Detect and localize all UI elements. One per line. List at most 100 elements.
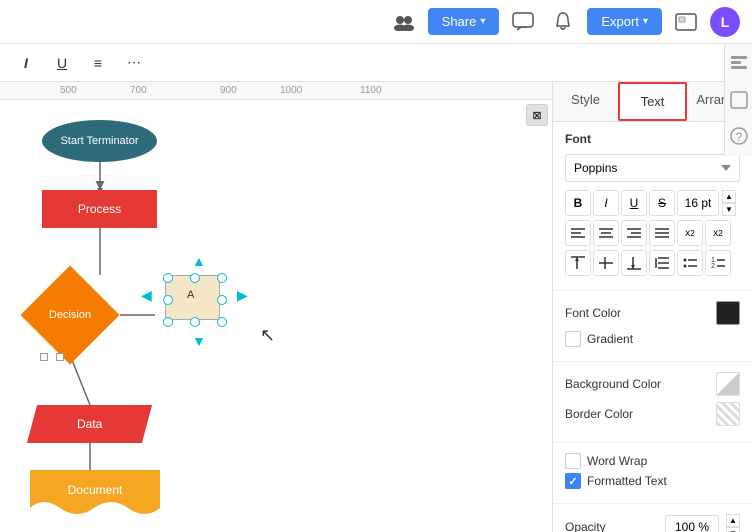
document-shape[interactable]: Document xyxy=(30,470,160,522)
share-label: Share xyxy=(442,14,477,29)
valign-bottom-button[interactable] xyxy=(621,250,647,276)
topbar: Share ▾ Export ▾ L xyxy=(0,0,752,44)
collapse-button[interactable]: ⊠ xyxy=(526,104,548,126)
data-shape[interactable]: Data xyxy=(27,405,152,443)
embed-icon[interactable] xyxy=(670,6,702,38)
arrow-left-handle[interactable]: ◀ xyxy=(141,287,152,304)
tab-text[interactable]: Text xyxy=(618,82,687,121)
underline-format-button[interactable]: U xyxy=(621,190,647,216)
start-terminator-shape[interactable]: Start Terminator xyxy=(42,120,157,162)
word-wrap-checkbox[interactable] xyxy=(565,453,581,469)
word-wrap-label: Word Wrap xyxy=(587,454,647,468)
handle-br[interactable] xyxy=(217,317,227,327)
edge-shape-icon[interactable] xyxy=(727,88,751,112)
panel-tabs: Style Text Arrange xyxy=(553,82,752,122)
process-label: Process xyxy=(78,202,121,216)
line-spacing-button[interactable] xyxy=(649,250,675,276)
chat-icon[interactable] xyxy=(507,6,539,38)
align-justify-button[interactable] xyxy=(649,220,675,246)
handle-bl[interactable] xyxy=(163,317,173,327)
valign-middle-button[interactable] xyxy=(593,250,619,276)
share-button[interactable]: Share ▾ xyxy=(428,8,500,35)
italic-format-label: I xyxy=(604,196,607,210)
export-label: Export xyxy=(601,14,639,29)
size-down-button[interactable]: ▼ xyxy=(722,203,736,216)
canvas-content[interactable]: Start Terminator Process Decision Data D xyxy=(0,100,552,532)
canvas-area[interactable]: 500 700 900 1000 1100 xyxy=(0,82,552,532)
align-right-button[interactable] xyxy=(621,220,647,246)
underline-format-label: U xyxy=(630,196,639,210)
cursor-icon: ↖ xyxy=(260,325,275,346)
opacity-down-button[interactable]: ▼ xyxy=(726,527,740,532)
font-color-swatch[interactable] xyxy=(716,301,740,325)
formatted-text-label: Formatted Text xyxy=(587,474,667,488)
italic-format-button[interactable]: I xyxy=(593,190,619,216)
svg-text:?: ? xyxy=(735,130,742,144)
gradient-label: Gradient xyxy=(587,332,633,346)
border-color-row: Border Color xyxy=(565,402,740,426)
align-center-button[interactable] xyxy=(593,220,619,246)
ruler-mark: 500 xyxy=(60,85,77,96)
edge-help-icon[interactable]: ? xyxy=(727,124,751,148)
align-left-button[interactable] xyxy=(565,220,591,246)
border-color-label: Border Color xyxy=(565,407,708,421)
opacity-row: Opacity ▲ ▼ xyxy=(565,514,740,532)
export-button[interactable]: Export ▾ xyxy=(587,8,662,35)
font-size-input[interactable] xyxy=(677,190,719,216)
italic-button[interactable]: I xyxy=(12,49,40,77)
more-button[interactable]: ⋯ xyxy=(120,49,148,77)
align-label: ≡ xyxy=(94,55,102,71)
font-select[interactable]: Poppins Arial Helvetica Times New Roman xyxy=(565,154,740,182)
handle-bc[interactable] xyxy=(190,317,200,327)
document-label: Document xyxy=(68,483,123,497)
opacity-input[interactable] xyxy=(665,515,719,532)
bold-button[interactable]: B xyxy=(565,190,591,216)
ruler-mark: 1000 xyxy=(280,85,302,96)
opacity-up-button[interactable]: ▲ xyxy=(726,514,740,527)
format-row-2: x2 x2 xyxy=(565,220,740,246)
arrow-down-handle[interactable]: ▼ xyxy=(192,333,206,349)
handle-mr[interactable] xyxy=(217,295,227,305)
connector-circle xyxy=(40,353,48,361)
process-shape[interactable]: Process xyxy=(42,190,157,228)
valign-top-button[interactable] xyxy=(565,250,591,276)
handle-tl[interactable] xyxy=(163,273,173,283)
list-ordered-button[interactable]: 1.2. xyxy=(705,250,731,276)
edge-format-icon[interactable] xyxy=(727,52,751,76)
bold-label: B xyxy=(574,196,583,210)
size-up-button[interactable]: ▲ xyxy=(722,190,736,203)
superscript-button[interactable]: x2 xyxy=(705,220,731,246)
tab-style[interactable]: Style xyxy=(553,82,618,121)
decision-shape[interactable]: Decision xyxy=(20,275,120,355)
font-section: Font Poppins Arial Helvetica Times New R… xyxy=(553,122,752,291)
format-row-1: B I U S ▲ ▼ xyxy=(565,190,740,216)
formatted-text-checkbox[interactable]: ✓ xyxy=(565,473,581,489)
selected-shape[interactable]: ▲ ▶ ▼ ◀ A xyxy=(155,265,230,330)
align-button[interactable]: ≡ xyxy=(84,49,112,77)
border-color-swatch[interactable] xyxy=(716,402,740,426)
tab-text-label: Text xyxy=(641,94,665,109)
more-label: ⋯ xyxy=(127,54,141,71)
subscript-button[interactable]: x2 xyxy=(677,220,703,246)
bg-color-swatch[interactable] xyxy=(716,372,740,396)
notification-icon[interactable] xyxy=(547,6,579,38)
handle-tc[interactable] xyxy=(190,273,200,283)
avatar[interactable]: L xyxy=(710,7,740,37)
strikethrough-button[interactable]: S xyxy=(649,190,675,216)
ruler: 500 700 900 1000 1100 xyxy=(0,82,552,100)
data-label: Data xyxy=(77,417,102,431)
team-icon[interactable] xyxy=(388,6,420,38)
list-unordered-button[interactable] xyxy=(677,250,703,276)
font-color-label: Font Color xyxy=(565,306,708,320)
handle-tr[interactable] xyxy=(217,273,227,283)
italic-label: I xyxy=(24,55,28,71)
arrow-right-handle[interactable]: ▶ xyxy=(237,287,248,304)
handle-ml[interactable] xyxy=(163,295,173,305)
ruler-mark: 700 xyxy=(130,85,147,96)
gradient-row: Gradient xyxy=(565,331,740,347)
underline-button[interactable]: U xyxy=(48,49,76,77)
arrow-up-handle[interactable]: ▲ xyxy=(192,253,206,269)
svg-text:2.: 2. xyxy=(711,263,717,270)
opacity-spinners: ▲ ▼ xyxy=(726,514,740,532)
underline-label: U xyxy=(57,55,67,71)
